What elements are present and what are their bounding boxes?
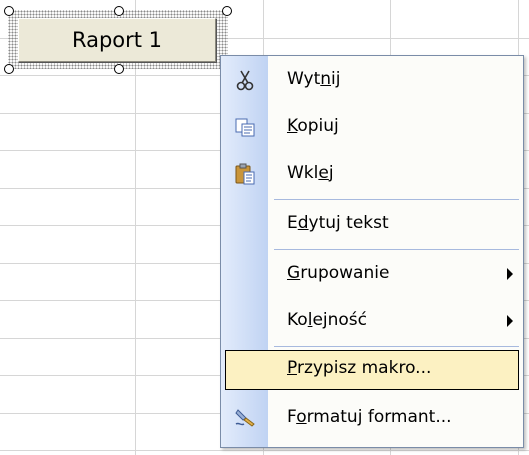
form-button-label: Raport 1 xyxy=(71,28,163,52)
form-button-raport[interactable]: Raport 1 xyxy=(18,18,216,62)
submenu-arrow-icon xyxy=(507,268,513,280)
submenu-arrow-icon xyxy=(507,315,513,327)
context-menu: Wytnij Kopiuj Wklej Edytuj tekst Grupowa… xyxy=(220,55,524,448)
menu-item-copy[interactable]: Kopiuj xyxy=(221,103,523,150)
copy-icon xyxy=(235,118,255,137)
resize-handle-top-left[interactable] xyxy=(4,6,14,16)
format-control-icon xyxy=(235,409,255,427)
resize-handle-top-right[interactable] xyxy=(222,6,232,16)
menu-item-edit-text[interactable]: Edytuj tekst xyxy=(221,200,523,247)
resize-handle-bottom-center[interactable] xyxy=(114,64,124,74)
menu-item-paste[interactable]: Wklej xyxy=(221,150,523,197)
resize-handle-bottom-left[interactable] xyxy=(4,64,14,74)
menu-item-order[interactable]: Kolejność xyxy=(221,297,523,344)
menu-item-cut[interactable]: Wytnij xyxy=(221,56,523,103)
menu-item-format-control[interactable]: Formatuj formant... xyxy=(221,394,523,441)
menu-item-grouping[interactable]: Grupowanie xyxy=(221,250,523,297)
resize-handle-top-center[interactable] xyxy=(114,6,124,16)
scissors-icon xyxy=(236,70,254,91)
menu-item-assign-macro[interactable]: Przypisz makro... xyxy=(221,347,523,394)
paste-icon xyxy=(235,163,255,185)
